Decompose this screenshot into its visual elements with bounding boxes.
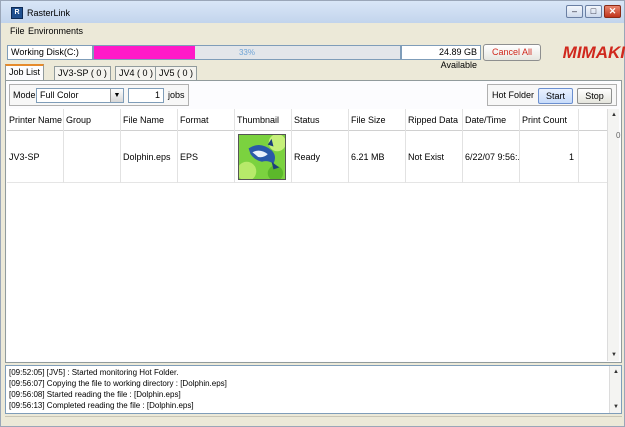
disk-status-row: Working Disk(C:) 33% 24.89 GB Available …: [5, 41, 625, 70]
table-header: Printer Name Group File Name Format Thum…: [7, 109, 607, 131]
mimaki-logo: MIMAKI: [563, 43, 625, 62]
scroll-up-icon[interactable]: ▲: [610, 366, 622, 378]
cell-thumbnail: [235, 131, 292, 183]
tab-jv5[interactable]: JV5 ( 0 ): [155, 66, 198, 80]
log-line: [09:52:05] [JV5] : Started monitoring Ho…: [9, 368, 179, 377]
cell-format: EPS: [178, 131, 235, 183]
disk-available: 24.89 GB Available: [401, 45, 481, 70]
cell-status: Ready: [292, 131, 349, 183]
column-header-file-name[interactable]: File Name: [121, 109, 178, 131]
column-header-ripped-data[interactable]: Ripped Data: [406, 109, 463, 131]
column-header-file-size[interactable]: File Size: [349, 109, 406, 131]
column-header-thumbnail[interactable]: Thumbnail: [235, 109, 292, 131]
close-icon[interactable]: ✕: [604, 5, 621, 18]
app-window: R RasterLink – □ ✕ File Environments Wor…: [0, 0, 625, 427]
mode-label: Mode: [13, 90, 36, 100]
scroll-up-icon[interactable]: ▲: [608, 109, 620, 121]
jobs-count: 1: [128, 88, 164, 103]
column-header-group[interactable]: Group: [64, 109, 121, 131]
job-toolbar: Mode Full Color ▼ 1 jobs Hot Folder Star…: [9, 84, 618, 106]
hot-folder-label: Hot Folder: [492, 90, 535, 100]
svg-text:MIMAKI: MIMAKI: [563, 43, 625, 62]
log-panel: [09:52:05] [JV5] : Started monitoring Ho…: [5, 365, 622, 414]
mode-select-value: Full Color: [40, 90, 79, 100]
menu-environments[interactable]: Environments: [28, 26, 83, 36]
disk-usage-percent: 33%: [238, 48, 255, 57]
column-header-printer[interactable]: Printer Name: [7, 109, 64, 131]
log-line: [09:56:07] Copying the file to working d…: [9, 379, 227, 388]
table-scrollbar[interactable]: ▲ ▼: [607, 109, 619, 361]
minimize-icon[interactable]: –: [566, 5, 583, 18]
column-header-status[interactable]: Status: [292, 109, 349, 131]
working-disk-label: Working Disk(C:): [7, 45, 93, 60]
start-button[interactable]: Start: [538, 88, 573, 104]
scroll-down-icon[interactable]: ▼: [608, 349, 620, 361]
title-bar[interactable]: R RasterLink – □ ✕: [1, 1, 624, 23]
tab-jv4[interactable]: JV4 ( 0 ): [115, 66, 158, 80]
cell-file-size: 6.21 MB: [349, 131, 406, 183]
rasterlink-icon: R: [11, 7, 23, 19]
job-list-panel: Mode Full Color ▼ 1 jobs Hot Folder Star…: [5, 80, 622, 363]
tab-jv3-sp[interactable]: JV3-SP ( 0 ): [54, 66, 111, 80]
cell-date-time: 6/22/07 9:56:...: [463, 131, 520, 183]
maximize-icon[interactable]: □: [585, 5, 602, 18]
scroll-down-icon[interactable]: ▼: [610, 401, 622, 413]
hot-folder-group: Hot Folder Start Stop: [487, 84, 617, 106]
log-scrollbar[interactable]: ▲ ▼: [609, 366, 621, 413]
dolphin-thumbnail: [238, 134, 286, 180]
column-header-print-count[interactable]: Print Count: [520, 109, 579, 131]
cell-print-count: 1: [520, 131, 579, 183]
cell-group: [64, 131, 121, 183]
jobs-label: jobs: [168, 90, 185, 100]
column-header-format[interactable]: Format: [178, 109, 235, 131]
log-line: [09:56:13] Completed reading the file : …: [9, 401, 194, 410]
log-line: [09:56:08] Started reading the file : [D…: [9, 390, 181, 399]
cell-ripped-data: Not Exist: [406, 131, 463, 183]
mode-select[interactable]: Full Color ▼: [36, 88, 124, 103]
side-marker: 0: [616, 131, 621, 140]
column-header-date-time[interactable]: Date/Time: [463, 109, 520, 131]
tab-job-list[interactable]: Job List: [5, 64, 45, 80]
menu-bar: File Environments: [1, 24, 624, 38]
cancel-all-button[interactable]: Cancel All: [483, 44, 541, 61]
cell-file-name: Dolphin.eps: [121, 131, 178, 183]
job-table: Printer Name Group File Name Format Thum…: [7, 109, 607, 361]
mode-group: Mode Full Color ▼ 1 jobs: [9, 84, 189, 106]
status-bar: [5, 416, 622, 425]
table-row[interactable]: JV3-SP Dolphin.eps EPS Ready 6.21 MB Not…: [7, 131, 607, 183]
printer-tabs: Job List JV3-SP ( 0 ) JV4 ( 0 ) JV5 ( 0 …: [5, 64, 622, 80]
menu-file[interactable]: File: [10, 26, 25, 36]
disk-usage-bar: 33%: [93, 45, 401, 60]
window-title: RasterLink: [27, 8, 71, 18]
cell-printer: JV3-SP: [7, 131, 64, 183]
stop-button[interactable]: Stop: [577, 88, 612, 104]
chevron-down-icon[interactable]: ▼: [110, 89, 123, 102]
